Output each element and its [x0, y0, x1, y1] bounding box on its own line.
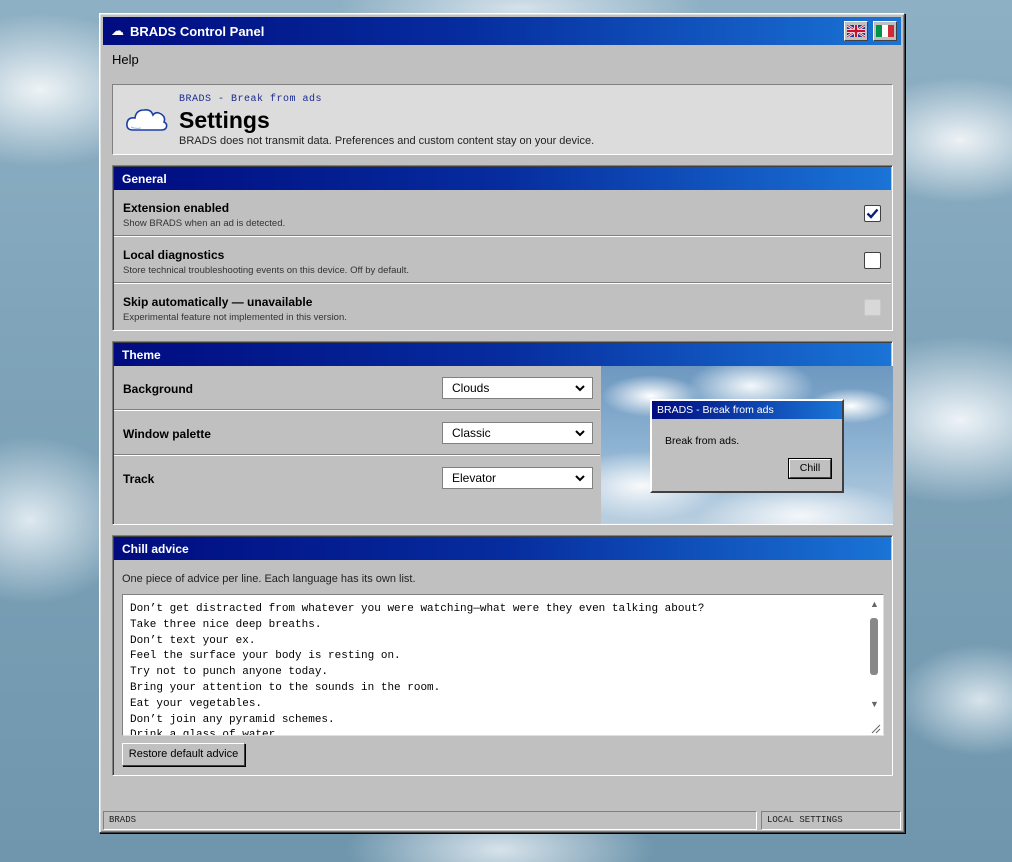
advice-line: Don’t join any pyramid schemes.: [130, 713, 335, 726]
theme-label: Track: [123, 472, 155, 486]
setting-extension-enabled: Extension enabled Show BRADS when an ad …: [114, 190, 891, 237]
select-value: Clouds: [452, 381, 490, 395]
extension-enabled-checkbox[interactable]: [864, 205, 881, 222]
language-italian-button[interactable]: [873, 21, 897, 41]
theme-preview: BRADS - Break from ads Break from ads. C…: [601, 366, 893, 524]
theme-heading: Theme: [114, 343, 891, 366]
restore-default-advice-button[interactable]: Restore default advice: [122, 743, 245, 766]
settings-header: BRADS - Break from ads Settings BRADS do…: [112, 84, 893, 155]
setting-description: Store technical troubleshooting events o…: [123, 265, 410, 276]
chevron-down-icon: [575, 385, 585, 392]
advice-line: Eat your vegetables.: [130, 697, 263, 710]
menu-help[interactable]: Help: [112, 52, 139, 67]
advice-lines: Don’t get distracted from whatever you w…: [130, 602, 865, 736]
preview-window: BRADS - Break from ads Break from ads. C…: [650, 399, 844, 493]
window-palette-select[interactable]: Classic: [442, 422, 593, 444]
checkmark-icon: [866, 208, 879, 219]
chevron-down-icon: [575, 430, 585, 437]
language-english-button[interactable]: [844, 21, 868, 41]
theme-section: Theme Background Clouds Window palette C…: [112, 341, 893, 525]
preview-chill-button: Chill: [789, 459, 831, 478]
scroll-thumb[interactable]: [870, 618, 878, 675]
theme-row-background: Background Clouds: [114, 366, 600, 411]
local-diagnostics-checkbox[interactable]: [864, 252, 881, 269]
advice-line: Don’t get distracted from whatever you w…: [130, 603, 705, 615]
preview-window-title: BRADS - Break from ads: [652, 401, 842, 419]
advice-line: Don’t text your ex.: [130, 634, 256, 647]
setting-local-diagnostics: Local diagnostics Store technical troubl…: [114, 237, 891, 284]
theme-row-window-palette: Window palette Classic: [114, 411, 600, 456]
advice-description: One piece of advice per line. Each langu…: [122, 573, 416, 585]
theme-label: Background: [123, 382, 194, 396]
track-select[interactable]: Elevator: [442, 467, 593, 489]
advice-line: Feel the surface your body is resting on…: [130, 650, 401, 663]
advice-section: Chill advice One piece of advice per lin…: [112, 535, 893, 776]
chevron-down-icon: [575, 475, 585, 482]
theme-row-track: Track Elevator: [114, 456, 600, 501]
advice-scrollbar[interactable]: ▲ ▼: [865, 595, 883, 717]
window-title: BRADS Control Panel: [130, 23, 265, 39]
setting-description: Experimental feature not implemented in …: [123, 312, 347, 323]
resize-grip-icon[interactable]: [869, 722, 881, 734]
background-select[interactable]: Clouds: [442, 377, 593, 399]
theme-label: Window palette: [123, 427, 211, 441]
setting-label: Local diagnostics: [123, 248, 225, 262]
privacy-note: BRADS does not transmit data. Preference…: [179, 135, 595, 147]
status-app-name: BRADS: [103, 811, 757, 830]
skip-automatically-checkbox: [864, 299, 881, 316]
setting-label: Skip automatically — unavailable: [123, 295, 313, 309]
select-value: Classic: [452, 426, 491, 440]
uk-flag-icon: [847, 25, 865, 37]
scroll-down-icon[interactable]: ▼: [870, 699, 879, 709]
setting-skip-automatically: Skip automatically — unavailable Experim…: [114, 284, 891, 331]
status-storage-mode: LOCAL SETTINGS: [761, 811, 901, 830]
header-kicker: BRADS - Break from ads: [179, 94, 323, 105]
advice-heading: Chill advice: [114, 537, 891, 560]
status-bar: BRADS LOCAL SETTINGS: [103, 811, 901, 830]
select-value: Elevator: [452, 471, 497, 485]
advice-line: Bring your attention to the sounds in th…: [130, 681, 441, 694]
scroll-up-icon[interactable]: ▲: [870, 599, 879, 609]
cloud-logo-icon: [126, 109, 168, 131]
setting-description: Show BRADS when an ad is detected.: [123, 218, 286, 229]
title-bar[interactable]: ☁ BRADS Control Panel: [103, 17, 901, 45]
preview-text: Break from ads.: [665, 435, 740, 447]
advice-line: Drink a glass of water.: [130, 729, 282, 736]
page-title: Settings: [179, 107, 270, 133]
setting-label: Extension enabled: [123, 201, 230, 215]
advice-textarea[interactable]: Don’t get distracted from whatever you w…: [122, 594, 884, 736]
control-panel-window: ☁ BRADS Control Panel Help BRADS - Break…: [99, 13, 905, 833]
advice-line: Take three nice deep breaths.: [130, 618, 322, 631]
advice-line: Try not to punch anyone today.: [130, 666, 329, 679]
general-heading: General: [114, 167, 891, 190]
italy-flag-icon: [876, 25, 894, 37]
cloud-icon: ☁: [111, 23, 124, 38]
general-section: General Extension enabled Show BRADS whe…: [112, 165, 893, 331]
